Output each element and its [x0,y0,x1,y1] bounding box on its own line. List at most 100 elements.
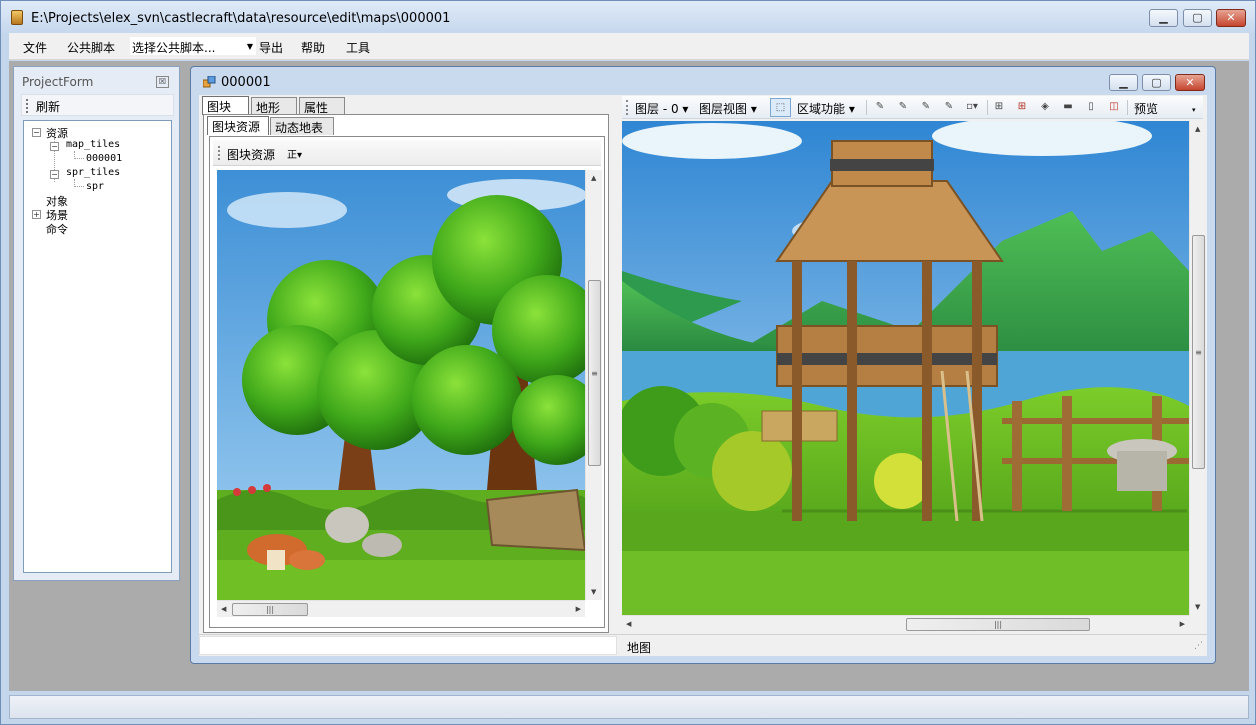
child-body: 图块 地形 属性 图块资源 动态地表 图块资源 正▾ ▲ ≡ ▼ ◀ ||| ▶… [199,95,1207,656]
scroll-left-icon[interactable]: ◀ [221,605,226,613]
menu-public-script[interactable]: 公共脚本 [67,39,115,56]
project-tree: − 资源 − map_tiles 000001 − spr_tiles spr … [23,120,172,573]
title-bar: E:\Projects\elex_svn\castlecraft\data\re… [1,1,1255,33]
script-select-combo[interactable]: 选择公共脚本... ▼ [129,36,257,56]
menu-help[interactable]: 帮助 [301,39,325,56]
toolbar-separator [866,100,867,115]
tile-resource-label: 图块资源 [227,148,276,162]
tile-mode-dropdown[interactable]: 正▾ [287,146,302,161]
scroll-thumb[interactable]: ||| [906,618,1090,631]
app-icon [11,10,23,25]
tile-preview-image[interactable] [217,170,585,600]
main-window: E:\Projects\elex_svn\castlecraft\data\re… [0,0,1256,725]
subtab-dynamic-tiles[interactable]: 动态地表 [270,117,334,135]
chevron-down-icon: ▼ [246,42,253,51]
tree-line [74,158,84,159]
child-maximize-button[interactable]: ▢ [1142,74,1171,91]
scroll-right-icon[interactable]: ▶ [1180,620,1185,628]
project-toolbar: 刷新 [21,94,174,116]
toolbar-separator [1127,100,1128,115]
project-form-panel: ProjectForm ☒ 刷新 − 资源 − map_tiles 000001… [13,66,180,581]
minimize-button[interactable]: ▁ [1149,9,1178,27]
region-function-dropdown[interactable]: 区域功能 ▾ [797,100,855,117]
scroll-left-icon[interactable]: ◀ [626,620,631,628]
tree-node-000001[interactable]: 000001 [86,153,122,164]
menu-file[interactable]: 文件 [23,39,47,56]
tile-vertical-scrollbar[interactable]: ▲ ≡ ▼ [585,170,602,600]
edit-tool-3-icon[interactable]: ✎ [919,100,933,114]
toolbar-grip[interactable] [218,146,220,160]
edit-tool-2-icon[interactable]: ✎ [896,100,910,114]
red-grid-icon[interactable]: ⊞ [1015,100,1029,114]
map-canvas[interactable] [622,121,1189,615]
child-status-bar: 地图 ⋰ [199,634,1207,656]
menu-export[interactable]: 导出 [259,39,283,56]
project-form-title: ProjectForm [22,75,94,89]
child-close-button[interactable]: ✕ [1175,74,1205,91]
toolbar-overflow-icon[interactable]: ▾ [1192,106,1196,114]
region-function-label: 区域功能 [797,102,846,116]
collapse-icon[interactable]: − [50,170,59,179]
map-horizontal-scrollbar[interactable]: ◀ ||| ▶ [622,615,1189,632]
scroll-down-icon[interactable]: ▼ [1195,603,1200,611]
layer-view-dropdown[interactable]: 图层视图 ▾ [699,100,757,117]
layer-label: 图层 - 0 [635,102,679,116]
map-editor-window: 000001 ▁ ▢ ✕ 图块 地形 属性 图块资源 动态地表 图块资源 正▾ [190,66,1216,664]
map-toolbar: 图层 - 0 ▾ 图层视图 ▾ ⬚ 区域功能 ▾ ✎ ✎ ✎ ✎ ▫▾ ⊞ ⊞ … [622,96,1203,119]
tile-resource-panel: 图块资源 正▾ ▲ ≡ ▼ ◀ ||| ▶ [209,136,605,628]
toolbar-grip[interactable] [26,99,28,113]
tile-mode-value: 正 [287,150,297,161]
map-status-label: 地图 [627,641,652,655]
tree-node-resources[interactable]: 资源 [46,125,68,141]
scroll-thumb[interactable]: ≡ [1192,235,1205,469]
bar-icon[interactable]: ▬ [1061,100,1075,114]
panel-close-icon[interactable]: ☒ [156,76,169,88]
maximize-button[interactable]: ▢ [1183,9,1212,27]
edit-tool-1-icon[interactable]: ✎ [873,100,887,114]
collapse-icon[interactable]: − [32,128,41,137]
refresh-button[interactable]: 刷新 [36,98,60,115]
layer-view-label: 图层视图 [699,102,748,116]
toolbar-grip[interactable] [626,100,628,115]
collapse-icon[interactable]: − [50,142,59,151]
scroll-up-icon[interactable]: ▲ [1195,125,1200,133]
grid-icon[interactable]: ⊞ [992,100,1006,114]
resize-grip-icon[interactable]: ⋰ [1194,641,1203,651]
marker-icon[interactable]: ◫ [1107,100,1121,114]
select-region-icon[interactable]: ⬚ [770,98,791,117]
map-vertical-scrollbar[interactable]: ▲ ≡ ▼ [1189,121,1206,615]
close-button[interactable]: ✕ [1216,9,1246,27]
small-rect-icon[interactable]: ▯ [1084,100,1098,114]
main-status-bar [9,695,1249,719]
scroll-down-icon[interactable]: ▼ [591,588,596,596]
tree-line [74,186,84,187]
expand-icon[interactable]: + [32,210,41,219]
tab-tile[interactable]: 图块 [202,96,249,115]
edit-tool-4-icon[interactable]: ✎ [942,100,956,114]
tile-tab-panel: 图块资源 动态地表 图块资源 正▾ ▲ ≡ ▼ ◀ ||| ▶ [203,114,609,633]
scroll-up-icon[interactable]: ▲ [591,174,596,182]
tile-horizontal-scrollbar[interactable]: ◀ ||| ▶ [217,600,585,617]
child-window-title: 000001 [221,75,271,90]
diamond-icon[interactable]: ◈ [1038,100,1052,114]
scroll-right-icon[interactable]: ▶ [576,605,581,613]
tree-node-map-tiles[interactable]: map_tiles [66,139,120,150]
tab-terrain[interactable]: 地形 [251,97,297,115]
layer-dropdown[interactable]: 图层 - 0 ▾ [635,100,688,117]
forest-tile-image [217,170,585,600]
status-text-box [199,636,617,655]
brush-size-dropdown-icon[interactable]: ▫▾ [962,100,982,114]
script-select-value: 选择公共脚本... [132,41,216,55]
tree-node-spr-tiles[interactable]: spr_tiles [66,167,120,178]
menu-tools[interactable]: 工具 [346,39,370,56]
menu-bar: 文件 公共脚本 选择公共脚本... ▼ 导出 帮助 工具 [9,33,1249,60]
child-minimize-button[interactable]: ▁ [1109,74,1138,91]
scroll-thumb[interactable]: ≡ [588,280,601,466]
preview-button[interactable]: 预览 [1134,100,1158,117]
window-title: E:\Projects\elex_svn\castlecraft\data\re… [31,11,451,26]
tree-node-spr[interactable]: spr [86,181,104,192]
tree-node-commands[interactable]: 命令 [46,221,68,237]
tab-property[interactable]: 属性 [299,97,345,115]
scroll-thumb[interactable]: ||| [232,603,308,616]
subtab-tile-resource[interactable]: 图块资源 [207,116,269,135]
